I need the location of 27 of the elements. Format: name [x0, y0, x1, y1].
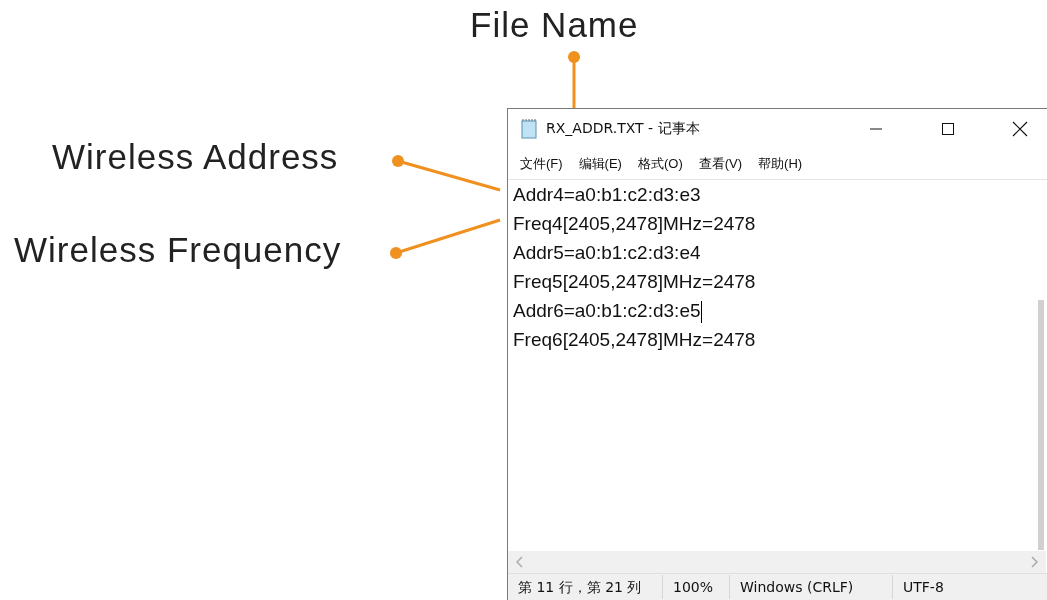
scrollbar-thumb[interactable] [1038, 300, 1044, 550]
scroll-right-icon[interactable] [1030, 556, 1038, 568]
callout-label: Wireless Frequency [14, 229, 342, 271]
maximize-icon [941, 122, 955, 136]
leader-line [568, 51, 580, 108]
status-text: 100% [663, 575, 730, 599]
callout-label: File Name [470, 4, 639, 46]
close-icon [1012, 121, 1028, 137]
status-text: 第 11 行，第 21 列 [508, 575, 663, 599]
text-line: Addr4=a0:b1:c2:d3:e3 [513, 183, 702, 207]
callout-label: Wireless Address [52, 136, 339, 178]
menu-item[interactable]: 格式(O) [629, 153, 691, 175]
menu-item[interactable]: 查看(V) [690, 153, 751, 175]
text-line: Addr5=a0:b1:c2:d3:e4 [513, 241, 702, 265]
text-line: Freq5[2405,2478]MHz=2478 [513, 270, 757, 294]
horizontal-scrollbar[interactable] [508, 551, 1046, 573]
menu-item[interactable]: 帮助(H) [750, 153, 811, 175]
menu-item[interactable]: 文件(F) [512, 153, 571, 175]
text-line: Freq4[2405,2478]MHz=2478 [513, 212, 757, 236]
scroll-left-icon[interactable] [516, 556, 524, 568]
text-line: Addr6=a0:b1:c2:d3:e5 [513, 299, 703, 325]
text-line: Freq6[2405,2478]MHz=2478 [513, 328, 757, 352]
notepad-icon [520, 119, 538, 139]
status-text: UTF-8 [902, 578, 945, 597]
window-title: RX_ADDR.TXT - 记事本 [546, 120, 701, 138]
status-text: Windows (CRLF) [730, 575, 893, 599]
menu-item[interactable]: 编辑(E) [570, 153, 630, 175]
